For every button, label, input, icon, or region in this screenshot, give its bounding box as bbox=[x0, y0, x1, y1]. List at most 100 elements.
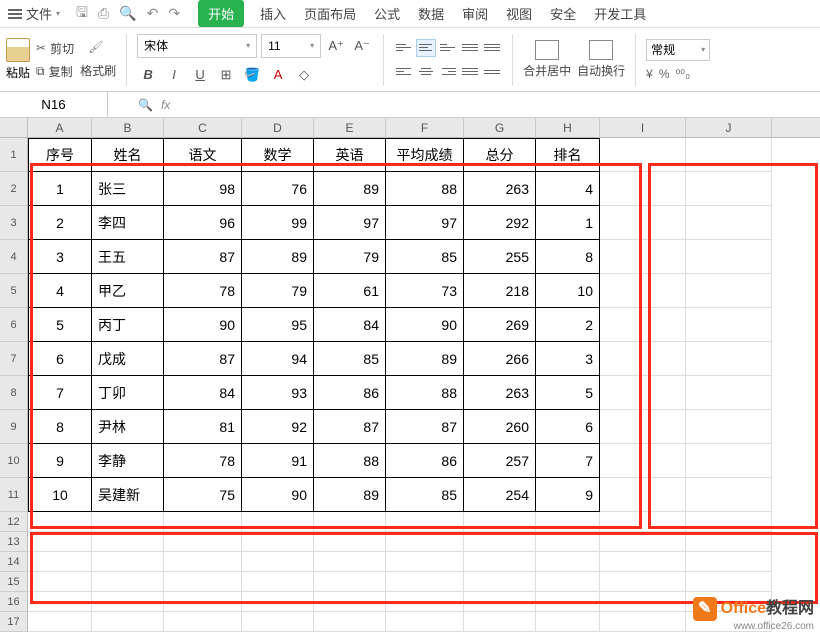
cell[interactable] bbox=[600, 308, 686, 342]
cell[interactable]: 73 bbox=[386, 274, 464, 308]
cell[interactable]: 218 bbox=[464, 274, 536, 308]
cell[interactable] bbox=[686, 376, 772, 410]
tab-view[interactable]: 视图 bbox=[504, 0, 534, 27]
cell[interactable]: 排名 bbox=[536, 138, 600, 172]
cell[interactable] bbox=[386, 592, 464, 612]
cell[interactable] bbox=[600, 376, 686, 410]
cell[interactable]: 266 bbox=[464, 342, 536, 376]
cell[interactable]: 87 bbox=[164, 240, 242, 274]
orientation-button[interactable] bbox=[482, 63, 502, 81]
tab-security[interactable]: 安全 bbox=[548, 0, 578, 27]
cell[interactable] bbox=[600, 342, 686, 376]
cell[interactable]: 97 bbox=[386, 206, 464, 240]
cell[interactable] bbox=[314, 552, 386, 572]
cell[interactable]: 86 bbox=[314, 376, 386, 410]
cell[interactable] bbox=[464, 512, 536, 532]
cell[interactable]: 李四 bbox=[92, 206, 164, 240]
align-right-button[interactable] bbox=[438, 63, 458, 81]
col-header[interactable]: D bbox=[242, 118, 314, 137]
cell[interactable]: 85 bbox=[314, 342, 386, 376]
justify-button[interactable] bbox=[460, 63, 480, 81]
fill-color-button[interactable]: 🪣 bbox=[241, 64, 263, 86]
cell[interactable]: 4 bbox=[28, 274, 92, 308]
cell[interactable]: 78 bbox=[164, 274, 242, 308]
cell[interactable]: 84 bbox=[164, 376, 242, 410]
tab-start[interactable]: 开始 bbox=[198, 0, 244, 27]
row-header[interactable]: 17 bbox=[0, 612, 28, 632]
increase-indent-button[interactable] bbox=[482, 39, 502, 57]
cell[interactable] bbox=[242, 592, 314, 612]
cell[interactable] bbox=[314, 532, 386, 552]
cell[interactable]: 5 bbox=[536, 376, 600, 410]
cell[interactable]: 8 bbox=[28, 410, 92, 444]
cell[interactable] bbox=[164, 592, 242, 612]
print-icon[interactable]: ⎙ bbox=[98, 5, 109, 22]
tab-formula[interactable]: 公式 bbox=[372, 0, 402, 27]
cell[interactable]: 86 bbox=[386, 444, 464, 478]
cell[interactable]: 姓名 bbox=[92, 138, 164, 172]
cell[interactable]: 255 bbox=[464, 240, 536, 274]
cell[interactable]: 丙丁 bbox=[92, 308, 164, 342]
cell[interactable] bbox=[314, 572, 386, 592]
row-header[interactable]: 14 bbox=[0, 552, 28, 572]
cell[interactable]: 6 bbox=[28, 342, 92, 376]
col-header[interactable]: A bbox=[28, 118, 92, 137]
cell[interactable]: 李静 bbox=[92, 444, 164, 478]
cell[interactable] bbox=[600, 410, 686, 444]
cell[interactable] bbox=[536, 532, 600, 552]
name-box[interactable] bbox=[0, 92, 108, 117]
row-header[interactable]: 13 bbox=[0, 532, 28, 552]
cell[interactable]: 1 bbox=[536, 206, 600, 240]
cell[interactable] bbox=[28, 552, 92, 572]
cell[interactable] bbox=[686, 444, 772, 478]
col-header[interactable]: E bbox=[314, 118, 386, 137]
currency-button[interactable]: ¥ bbox=[646, 67, 653, 81]
increase-font-button[interactable]: A⁺ bbox=[325, 35, 347, 57]
cell[interactable] bbox=[242, 612, 314, 632]
cell[interactable] bbox=[314, 612, 386, 632]
cell[interactable] bbox=[600, 206, 686, 240]
clear-format-button[interactable]: ◇ bbox=[293, 64, 315, 86]
cell[interactable] bbox=[686, 138, 772, 172]
formula-input[interactable] bbox=[200, 92, 820, 117]
cell[interactable] bbox=[464, 572, 536, 592]
cell[interactable] bbox=[686, 552, 772, 572]
row-header[interactable]: 16 bbox=[0, 592, 28, 612]
cell[interactable]: 甲乙 bbox=[92, 274, 164, 308]
preview-icon[interactable]: 🔍 bbox=[119, 5, 136, 22]
cell[interactable] bbox=[600, 240, 686, 274]
cell[interactable] bbox=[28, 572, 92, 592]
cell[interactable]: 3 bbox=[536, 342, 600, 376]
cell[interactable] bbox=[686, 478, 772, 512]
border-button[interactable]: ⊞ bbox=[215, 64, 237, 86]
cell[interactable]: 88 bbox=[386, 172, 464, 206]
cell[interactable]: 吴建新 bbox=[92, 478, 164, 512]
cell[interactable] bbox=[164, 612, 242, 632]
cell[interactable]: 10 bbox=[536, 274, 600, 308]
wrap-text-button[interactable]: 自动换行 bbox=[577, 40, 625, 79]
cell[interactable] bbox=[242, 552, 314, 572]
cell[interactable] bbox=[536, 612, 600, 632]
cell[interactable] bbox=[686, 274, 772, 308]
row-header[interactable]: 4 bbox=[0, 240, 28, 274]
row-header[interactable]: 10 bbox=[0, 444, 28, 478]
col-header[interactable]: B bbox=[92, 118, 164, 137]
cell[interactable]: 丁卯 bbox=[92, 376, 164, 410]
cell[interactable]: 84 bbox=[314, 308, 386, 342]
bold-button[interactable]: B bbox=[137, 64, 159, 86]
cell[interactable]: 10 bbox=[28, 478, 92, 512]
cell[interactable]: 6 bbox=[536, 410, 600, 444]
row-header[interactable]: 1 bbox=[0, 138, 28, 172]
cell[interactable] bbox=[314, 592, 386, 612]
cell[interactable] bbox=[536, 592, 600, 612]
cell[interactable]: 7 bbox=[28, 376, 92, 410]
cell[interactable]: 8 bbox=[536, 240, 600, 274]
tab-dev[interactable]: 开发工具 bbox=[592, 0, 648, 27]
cell[interactable]: 260 bbox=[464, 410, 536, 444]
col-header[interactable]: J bbox=[686, 118, 772, 137]
cell[interactable] bbox=[92, 592, 164, 612]
row-header[interactable]: 12 bbox=[0, 512, 28, 532]
cell[interactable]: 95 bbox=[242, 308, 314, 342]
cell[interactable] bbox=[600, 274, 686, 308]
cell[interactable]: 99 bbox=[242, 206, 314, 240]
